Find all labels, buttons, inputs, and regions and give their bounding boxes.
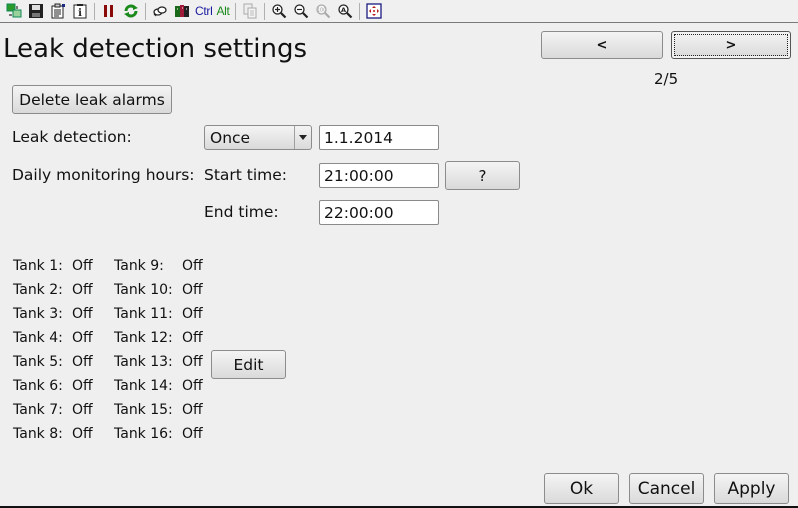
fit-screen-button[interactable] [363, 1, 385, 21]
zoom-auto-icon: A [337, 4, 352, 19]
edit-tanks-button[interactable]: Edit [211, 350, 286, 379]
tank-label: Tank 2: [13, 282, 63, 298]
properties-button[interactable] [47, 1, 69, 21]
delete-leak-alarms-button[interactable]: Delete leak alarms [12, 85, 172, 114]
start-time-field[interactable]: 21:00:00 [319, 163, 439, 188]
daily-monitoring-hours-label: Daily monitoring hours: [12, 166, 195, 184]
tank-status: Off [72, 402, 93, 418]
pause-icon [104, 5, 113, 17]
tank-status: Off [182, 354, 203, 370]
copy-button[interactable] [239, 1, 261, 21]
tank-status: Off [182, 402, 203, 418]
zoom-100-button[interactable]: 100 [312, 1, 334, 21]
page-indicator: 2/5 [654, 70, 679, 88]
connect-button[interactable] [3, 1, 25, 21]
tank-label: Tank 1: [13, 258, 63, 274]
tank-status: Off [182, 258, 203, 274]
tank-label: Tank 11: [114, 306, 173, 322]
end-time-field[interactable]: 22:00:00 [319, 200, 439, 225]
toolbar-separator [145, 2, 146, 20]
tank-label: Tank 4: [13, 330, 63, 346]
leak-detection-mode-select[interactable]: Once [204, 125, 312, 150]
zoom-out-button[interactable] [290, 1, 312, 21]
zoom-100-icon: 100 [315, 4, 330, 19]
apply-button[interactable]: Apply [714, 473, 789, 504]
pause-button[interactable] [98, 1, 120, 21]
tank-status: Off [72, 426, 93, 442]
tank-status: Off [182, 378, 203, 394]
svg-text:A: A [341, 6, 346, 14]
tank-status: Off [72, 354, 93, 370]
help-button[interactable]: ? [445, 161, 520, 190]
leak-detection-date-field[interactable]: 1.1.2014 [319, 125, 439, 150]
copy-icon [243, 3, 257, 19]
properties-icon [51, 3, 65, 19]
page-title: Leak detection settings [3, 34, 308, 64]
zoom-in-button[interactable] [268, 1, 290, 21]
refresh-button[interactable] [120, 1, 142, 21]
svg-text:i: i [78, 8, 82, 19]
toolbar-separator [234, 2, 236, 20]
tank-status: Off [182, 306, 203, 322]
toolbar: i Ctrl Alt 100 A [0, 0, 798, 23]
book-icon [175, 5, 189, 17]
tank-label: Tank 3: [13, 306, 63, 322]
info-button[interactable]: i [69, 1, 91, 21]
tank-label: Tank 15: [114, 402, 173, 418]
refresh-icon [124, 4, 138, 18]
tank-label: Tank 16: [114, 426, 173, 442]
tank-status: Off [72, 378, 93, 394]
ctrl-key-button[interactable]: Ctrl [193, 1, 214, 21]
tank-status: Off [72, 282, 93, 298]
keys-button[interactable] [149, 1, 171, 21]
cancel-button[interactable]: Cancel [629, 473, 704, 504]
tank-label: Tank 12: [114, 330, 173, 346]
chevron-down-icon [294, 126, 311, 149]
save-button[interactable] [25, 1, 47, 21]
ok-button[interactable]: Ok [544, 473, 619, 504]
start-time-label: Start time: [204, 166, 288, 184]
tank-status: Off [72, 306, 93, 322]
book-button[interactable] [171, 1, 193, 21]
toolbar-separator [94, 2, 95, 20]
tank-label: Tank 13: [114, 354, 173, 370]
zoom-in-icon [271, 4, 286, 19]
tank-label: Tank 9: [114, 258, 164, 274]
toolbar-separator [358, 2, 360, 20]
zoom-auto-button[interactable]: A [334, 1, 356, 21]
tank-status: Off [72, 330, 93, 346]
leak-detection-label: Leak detection: [12, 128, 132, 146]
fit-screen-icon [365, 3, 382, 19]
tank-label: Tank 10: [114, 282, 173, 298]
tank-status: Off [182, 282, 203, 298]
connect-icon [6, 3, 22, 18]
tank-label: Tank 6: [13, 378, 63, 394]
tank-label: Tank 5: [13, 354, 63, 370]
tank-label: Tank 14: [114, 378, 173, 394]
keys-icon [153, 6, 167, 17]
alt-key-button[interactable]: Alt [214, 1, 231, 21]
end-time-label: End time: [204, 203, 279, 221]
tank-status: Off [182, 330, 203, 346]
next-page-button[interactable]: > [671, 31, 791, 59]
leak-detection-mode-value: Once [210, 128, 251, 147]
svg-text:100: 100 [316, 8, 326, 14]
zoom-out-icon [293, 4, 308, 19]
tank-label: Tank 7: [13, 402, 63, 418]
tank-status: Off [72, 258, 93, 274]
toolbar-separator [263, 2, 265, 20]
tank-status: Off [182, 426, 203, 442]
save-icon [29, 4, 43, 18]
tank-label: Tank 8: [13, 426, 63, 442]
prev-page-button[interactable]: < [541, 31, 663, 59]
info-icon: i [73, 4, 87, 19]
